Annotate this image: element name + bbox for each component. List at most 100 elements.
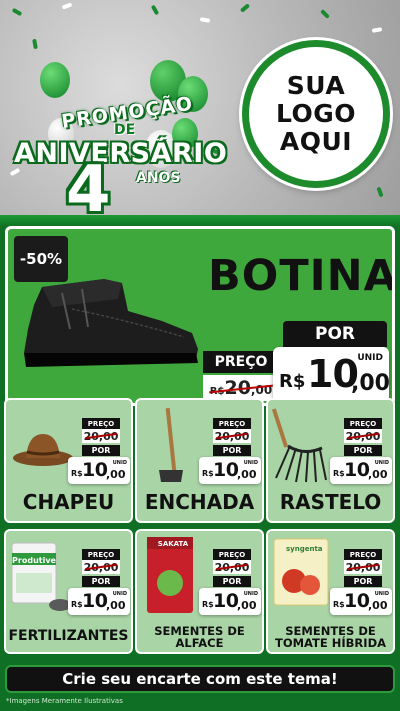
confetti bbox=[376, 186, 384, 198]
preco-label: PREÇO bbox=[82, 549, 120, 560]
promo-de: DE bbox=[114, 122, 136, 138]
anniversary-badge: PROMOÇÃO DE ANIVERSÁRIO 4 ANOS bbox=[6, 50, 236, 215]
anniversary-number: 4 bbox=[66, 153, 111, 215]
new-price-int: 10 bbox=[344, 590, 370, 612]
product-title: SEMENTES DE TOMATE HÍBRIDA bbox=[268, 625, 393, 649]
product-card-enchada[interactable]: PREÇO 20,00 POR UNID R$ 10 ,00 ENCHADA bbox=[135, 398, 264, 523]
new-price-cents: ,00 bbox=[368, 599, 388, 612]
por-label: POR bbox=[344, 576, 382, 587]
preco-label: PREÇO bbox=[344, 549, 382, 560]
seed-packet-icon: syngenta bbox=[273, 538, 329, 606]
por-label: POR bbox=[213, 445, 251, 456]
new-price-int: 10 bbox=[82, 459, 108, 481]
unit-label: UNID bbox=[374, 591, 389, 597]
unit-label: UNID bbox=[357, 353, 383, 363]
featured-product-card[interactable]: -50% BOTINA POR PREÇO R$ 20 ,00 UNID R$ … bbox=[5, 226, 395, 406]
new-price-int: 10 bbox=[213, 459, 239, 481]
currency: R$ bbox=[202, 600, 214, 609]
old-price: 20,00 bbox=[344, 560, 382, 574]
header-banner: PROMOÇÃO DE ANIVERSÁRIO 4 ANOS SUA LOGO … bbox=[0, 0, 400, 215]
new-price-int: 10 bbox=[82, 590, 108, 612]
por-label: POR bbox=[82, 445, 120, 456]
fertilizer-bag-icon: Produtive bbox=[11, 542, 71, 611]
featured-price-tag: POR PREÇO R$ 20 ,00 UNID R$ 10 ,00 bbox=[203, 321, 392, 403]
product-title: FERTILIZANTES bbox=[8, 628, 129, 644]
seed-packet-icon: SAKATA bbox=[147, 537, 193, 613]
flyer-body: -50% BOTINA POR PREÇO R$ 20 ,00 UNID R$ … bbox=[0, 215, 400, 711]
logo-placeholder[interactable]: SUA LOGO AQUI bbox=[242, 40, 390, 188]
product-title-line: ALFACE bbox=[175, 636, 224, 651]
product-card-rastelo[interactable]: PREÇO 20,00 POR UNID R$ 10 ,00 RASTELO bbox=[266, 398, 395, 523]
por-label: POR bbox=[213, 576, 251, 587]
unit-label: UNID bbox=[243, 591, 258, 597]
new-price-cents: ,00 bbox=[106, 599, 126, 612]
old-price: 20,00 bbox=[213, 429, 251, 443]
hoe-icon bbox=[159, 407, 183, 482]
unit-label: UNID bbox=[374, 460, 389, 466]
price-tag: PREÇO 20,00 POR UNID R$ 10 ,00 bbox=[68, 549, 131, 617]
logo-line: LOGO bbox=[275, 99, 357, 128]
preco-label: PREÇO bbox=[344, 418, 382, 429]
confetti bbox=[199, 17, 211, 23]
old-price: 20,00 bbox=[82, 429, 120, 443]
currency: R$ bbox=[333, 600, 345, 609]
preco-label: PREÇO bbox=[213, 549, 251, 560]
confetti bbox=[11, 7, 23, 17]
confetti bbox=[150, 4, 160, 16]
new-price: UNID R$ 10 ,00 bbox=[199, 588, 261, 615]
new-price: UNID R$ 10 ,00 bbox=[330, 588, 392, 615]
new-price-cents: ,00 bbox=[351, 371, 390, 396]
new-price-int: 10 bbox=[213, 590, 239, 612]
logo-line: SUA bbox=[286, 71, 346, 100]
product-card-sementes-alface[interactable]: SAKATA PREÇO 20,00 POR UNID R$ 10 ,00 SE… bbox=[135, 529, 264, 654]
new-price: UNID R$ 10 ,00 bbox=[68, 588, 130, 615]
product-title: SEMENTES DE ALFACE bbox=[137, 625, 262, 649]
hat-icon bbox=[13, 434, 73, 466]
new-price: UNID R$ 10 ,00 bbox=[199, 457, 261, 484]
product-title: ENCHADA bbox=[144, 490, 255, 514]
new-price-cents: ,00 bbox=[368, 468, 388, 481]
product-title-line: TOMATE HÍBRIDA bbox=[274, 636, 387, 651]
new-price: UNID R$ 10 ,00 bbox=[68, 457, 130, 484]
confetti bbox=[320, 9, 330, 19]
product-title: RASTELO bbox=[279, 490, 382, 514]
preco-label: PREÇO bbox=[213, 418, 251, 429]
new-price: UNID R$ 10 ,00 bbox=[330, 457, 392, 484]
new-price: UNID R$ 10 ,00 bbox=[273, 347, 390, 403]
por-label: POR bbox=[283, 321, 387, 347]
price-tag: PREÇO 20,00 POR UNID R$ 10 ,00 bbox=[330, 418, 393, 486]
packet-brand: syngenta bbox=[286, 545, 323, 553]
preco-label: PREÇO bbox=[82, 418, 120, 429]
confetti bbox=[371, 27, 383, 33]
currency: R$ bbox=[71, 600, 83, 609]
product-title: CHAPEU bbox=[22, 490, 115, 514]
bag-brand: Produtive bbox=[12, 556, 57, 565]
currency: R$ bbox=[279, 371, 306, 392]
preco-label: PREÇO bbox=[203, 351, 279, 373]
confetti bbox=[32, 38, 38, 50]
old-price: 20,00 bbox=[82, 560, 120, 574]
promo-aniversario: ANIVERSÁRIO bbox=[14, 138, 228, 169]
currency: R$ bbox=[202, 469, 214, 478]
boot-icon bbox=[24, 279, 198, 367]
product-card-sementes-tomate[interactable]: syngenta PREÇO 20,00 POR UNID R$ 10 ,00 … bbox=[266, 529, 395, 654]
disclaimer: *Imagens Meramente Ilustrativas bbox=[6, 697, 123, 705]
old-price: 20,00 bbox=[344, 429, 382, 443]
new-price-cents: ,00 bbox=[106, 468, 126, 481]
por-label: POR bbox=[82, 576, 120, 587]
new-price-int: 10 bbox=[344, 459, 370, 481]
currency: R$ bbox=[333, 469, 345, 478]
price-tag: PREÇO 20,00 POR UNID R$ 10 ,00 bbox=[199, 418, 262, 486]
new-price-cents: ,00 bbox=[237, 599, 257, 612]
rake-icon bbox=[272, 408, 327, 483]
logo-line: AQUI bbox=[279, 127, 353, 156]
unit-label: UNID bbox=[112, 460, 127, 466]
product-card-chapeu[interactable]: PREÇO 20,00 POR UNID R$ 10 ,00 CHAPEU bbox=[4, 398, 133, 523]
price-tag: PREÇO 20,00 POR UNID R$ 10 ,00 bbox=[330, 549, 393, 617]
unit-label: UNID bbox=[112, 591, 127, 597]
product-card-fertilizantes[interactable]: Produtive PREÇO 20,00 POR UNID R$ 10 ,00… bbox=[4, 529, 133, 654]
price-tag: PREÇO 20,00 POR UNID R$ 10 ,00 bbox=[199, 549, 262, 617]
create-flyer-button[interactable]: Crie seu encarte com este tema! bbox=[5, 665, 395, 693]
unit-label: UNID bbox=[243, 460, 258, 466]
confetti bbox=[61, 2, 73, 10]
